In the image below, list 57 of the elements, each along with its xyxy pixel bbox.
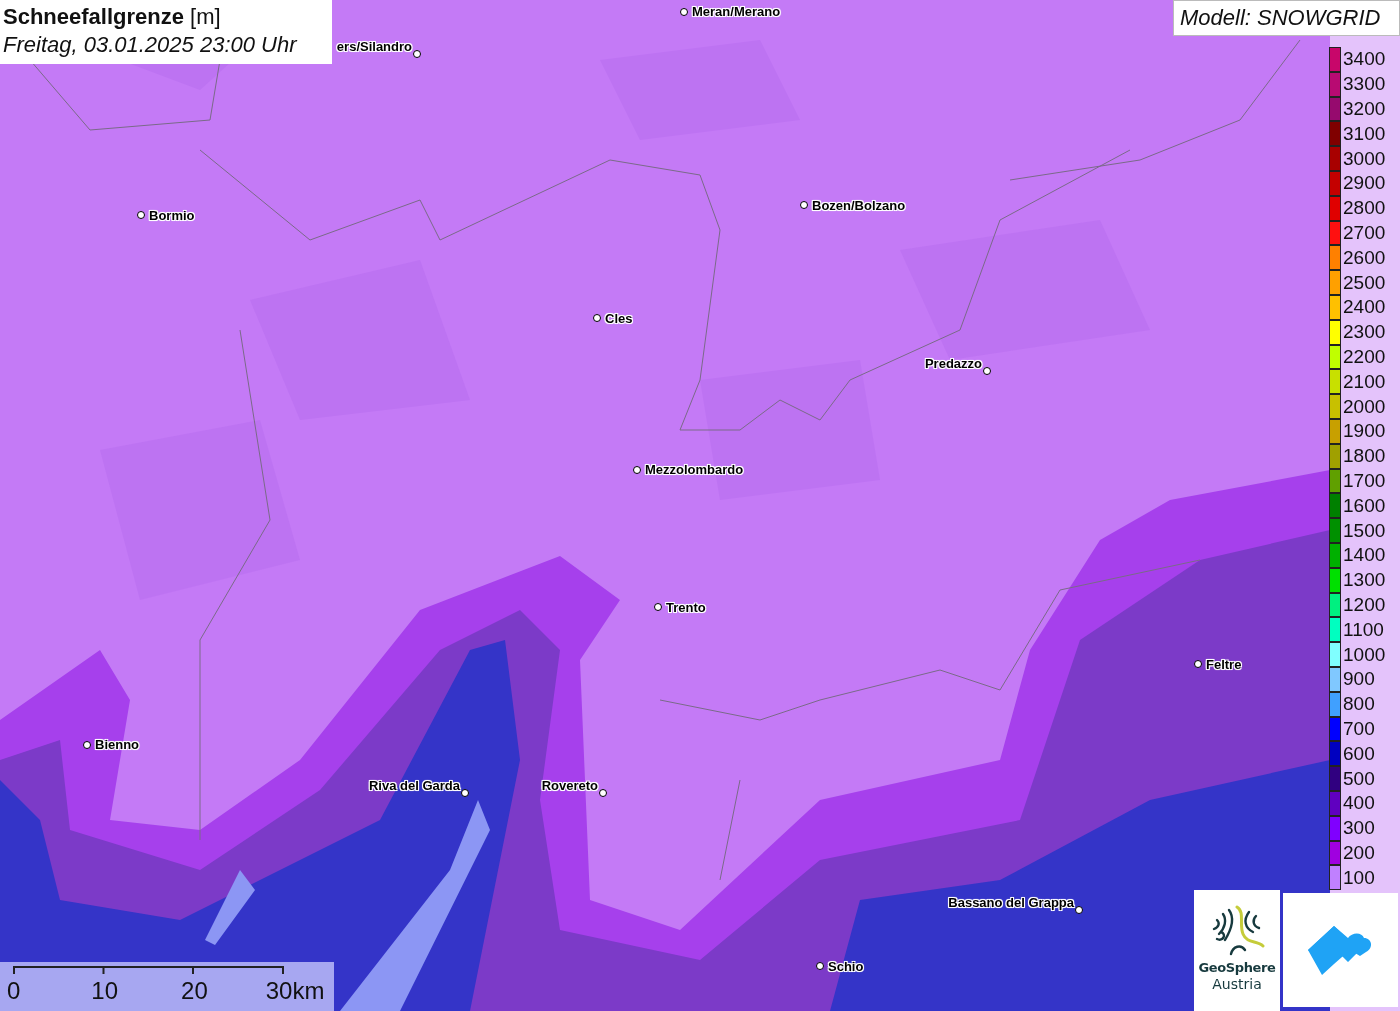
legend-label: 2100 [1343, 370, 1386, 393]
legend-label: 2400 [1343, 296, 1386, 319]
legend-label: 900 [1343, 668, 1375, 691]
legend-label: 800 [1343, 693, 1375, 716]
forecast-time: Freitag, 03.01.2025 23:00 Uhr [3, 31, 299, 59]
legend-label: 3000 [1343, 147, 1386, 170]
city-label: Riva del Garda [368, 778, 460, 794]
legend-label: 1800 [1343, 445, 1386, 468]
legend-label: 400 [1343, 792, 1375, 815]
legend-label: 1600 [1343, 494, 1386, 517]
legend-label: 2200 [1343, 345, 1386, 368]
map-title: Schneefallgrenze [m] [3, 3, 222, 31]
legend-label: 300 [1343, 817, 1375, 840]
logo-country: Austria [1212, 976, 1262, 993]
city-label: Schio [828, 959, 864, 975]
legend-label: 1300 [1343, 569, 1386, 592]
city-label: Bassano del Grappa [948, 895, 1074, 911]
legend-label: 1900 [1343, 420, 1386, 443]
model-label: Modell: SNOWGRID [1180, 5, 1381, 30]
city-label: Rovereto [541, 778, 598, 794]
city-label: Cles [605, 311, 633, 327]
city-label: ers/Silandro [336, 39, 412, 55]
city-label: Feltre [1206, 657, 1242, 673]
legend-label: 3400 [1343, 48, 1386, 71]
legend-label: 700 [1343, 717, 1375, 740]
legend-label: 500 [1343, 767, 1375, 790]
city-label: Bormio [149, 208, 195, 224]
logo-name: GeoSphere [1198, 959, 1276, 976]
legend-label: 200 [1343, 841, 1375, 864]
legend-label: 2800 [1343, 197, 1386, 220]
legend-label: 2600 [1343, 246, 1386, 269]
city-label: Meran/Merano [692, 4, 781, 20]
legend-label: 2300 [1343, 321, 1386, 344]
legend-label: 1200 [1343, 593, 1386, 616]
legend-label: 2000 [1343, 395, 1386, 418]
scale-label: 0 [7, 978, 21, 1004]
scale-label: 10 [91, 978, 119, 1004]
scale-label: 30km [265, 978, 325, 1004]
city-label: Trento [666, 600, 706, 616]
legend-label: 1000 [1343, 643, 1386, 666]
legend-label: 2900 [1343, 172, 1386, 195]
legend-label: 1500 [1343, 519, 1386, 542]
city-label: Mezzolombardo [645, 462, 744, 478]
city-label: Predazzo [924, 356, 982, 372]
scale-label: 20 [181, 978, 208, 1004]
legend-label: 1700 [1343, 469, 1386, 492]
legend-label: 2500 [1343, 271, 1386, 294]
legend-label: 2700 [1343, 221, 1386, 244]
legend-label: 3100 [1343, 122, 1386, 145]
legend-label: 3200 [1343, 98, 1386, 120]
city-label: Bienno [95, 737, 140, 753]
legend-label: 600 [1343, 742, 1375, 765]
legend-label: 3300 [1343, 73, 1386, 96]
legend-label: 1400 [1343, 544, 1386, 567]
city-label: Bozen/Bolzano [812, 198, 906, 214]
legend-label: 100 [1343, 866, 1375, 889]
legend-label: 1100 [1343, 618, 1384, 641]
